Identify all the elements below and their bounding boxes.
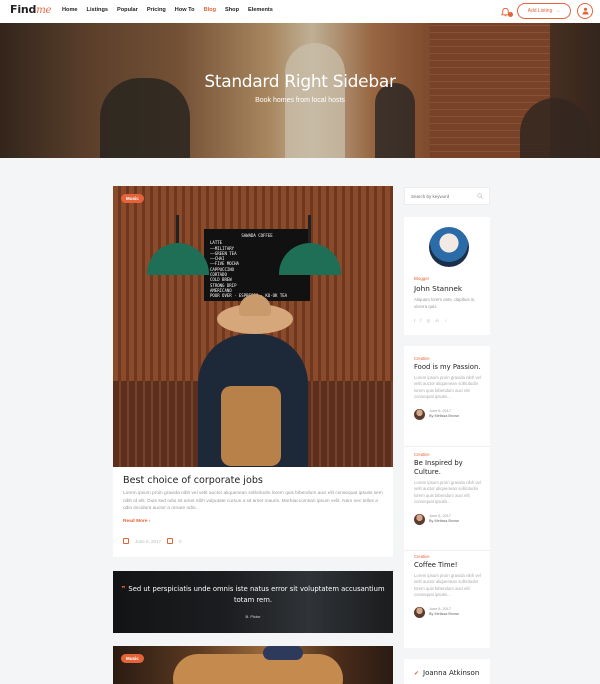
hat: [217, 294, 293, 334]
logo-text: Find: [10, 3, 37, 16]
quote-text-wrap: ❞ Sed ut perspiciatis unde omnis iste nat…: [113, 584, 393, 606]
recent-posts-widget: Creative Food is my Passion. Lorem ipsum…: [404, 346, 490, 648]
recent-post-item[interactable]: Creative Be Inspired by Culture. Lorem i…: [414, 452, 486, 525]
recent-post-author: June 6, 2017 By Melissa Brown: [414, 513, 486, 525]
page-title: Standard Right Sidebar: [204, 72, 396, 92]
menu-item-pricing[interactable]: Pricing: [147, 7, 166, 13]
notification-dot: [508, 12, 513, 17]
blog-post-card: SAWADA COFFEE LATTE ——MILITARY ——GREEN T…: [113, 186, 393, 557]
recent-post-item[interactable]: Creative Food is my Passion. Lorem ipsum…: [414, 356, 486, 420]
divider: [404, 446, 490, 447]
post-title[interactable]: Best choice of corporate jobs: [123, 475, 263, 486]
menu-item-blog[interactable]: Blog: [204, 7, 216, 13]
logo[interactable]: Findme: [10, 3, 51, 16]
twitter-bird-icon: ✔: [414, 669, 420, 677]
author-widget: Blogger John Stannek Aliquam lorem ante,…: [404, 217, 490, 335]
search-icon[interactable]: [477, 193, 483, 199]
add-listing-button[interactable]: Add Listing →: [517, 3, 571, 19]
recent-post-category[interactable]: Creative: [414, 554, 486, 559]
author-name[interactable]: John Stannek: [414, 284, 462, 293]
author-bio: Aliquam lorem ante, dapibus in, viverra …: [414, 297, 476, 309]
menu-item-home[interactable]: Home: [62, 7, 78, 13]
divider: [404, 550, 490, 551]
add-listing-label: Add Listing: [527, 8, 553, 14]
menu-item-shop[interactable]: Shop: [225, 7, 239, 13]
calendar-icon: [123, 538, 129, 544]
top-navbar: Findme Home Listings Popular Pricing How…: [0, 0, 600, 23]
backpack: [221, 386, 281, 466]
author-avatar[interactable]: [429, 227, 469, 267]
recent-post-title[interactable]: Be Inspired by Culture.: [414, 459, 486, 477]
hero-banner: Standard Right Sidebar Book homes from l…: [0, 23, 600, 158]
pinterest-icon[interactable]: ♀: [444, 318, 447, 324]
blog-post-card[interactable]: Music: [113, 646, 393, 684]
page-subtitle: Book homes from local hosts: [255, 97, 345, 104]
user-icon: [582, 7, 588, 15]
recent-post-category[interactable]: Creative: [414, 356, 486, 361]
category-badge[interactable]: Music: [121, 194, 144, 203]
post-image-berries: [263, 646, 303, 660]
main-menu: Home Listings Popular Pricing How To Blo…: [62, 7, 282, 13]
logo-accent: me: [36, 5, 52, 16]
facebook-icon[interactable]: f: [420, 318, 421, 324]
recent-post-author: June 6, 2017 By Melissa Brown: [414, 408, 486, 420]
twitter-widget: ✔ Joanna Atkinson: [404, 659, 490, 684]
recent-post-author-name: By Melissa Brown: [429, 519, 460, 524]
comment-icon: [167, 538, 174, 544]
recent-post-category[interactable]: Creative: [414, 452, 486, 457]
quote-author: B. Pictor: [245, 614, 261, 619]
sidebar-search: [404, 187, 490, 205]
menu-item-how-to[interactable]: How To: [175, 7, 195, 13]
read-more-label: Read More: [123, 519, 148, 524]
quote-post-card[interactable]: ❞ Sed ut perspiciatis unde omnis iste nat…: [113, 571, 393, 633]
author-avatar: [414, 408, 425, 420]
recent-post-author-name: By Melissa Brown: [429, 414, 460, 419]
twitter-name: Joanna Atkinson: [423, 669, 480, 677]
menu-board-title: SAWADA COFFEE: [241, 233, 273, 238]
search-input[interactable]: [411, 193, 471, 199]
post-excerpt: Lorem ipsum proin gravida nibh vel velit…: [123, 491, 383, 511]
read-more-link[interactable]: Read More ›: [123, 519, 150, 524]
user-account-button[interactable]: [577, 3, 593, 19]
instagram-icon[interactable]: ◎: [427, 318, 431, 324]
recent-post-excerpt: Lorem ipsum proin gravida nibh vel velit…: [414, 480, 481, 505]
author-avatar: [414, 606, 425, 618]
recent-post-item[interactable]: Creative Coffee Time! Lorem ipsum proin …: [414, 554, 486, 618]
recent-post-title[interactable]: Coffee Time!: [414, 561, 486, 570]
post-image-pastry: [173, 654, 343, 684]
author-avatar: [414, 513, 425, 525]
recent-post-excerpt: Lorem ipsum proin gravida nibh vel velit…: [414, 375, 481, 400]
post-meta: June 6, 2017 0: [123, 538, 182, 544]
menu-item-listings[interactable]: Listings: [87, 7, 108, 13]
post-date: June 6, 2017: [135, 538, 162, 544]
chevron-right-icon: ›: [148, 519, 151, 524]
recent-post-title[interactable]: Food is my Passion.: [414, 363, 486, 372]
comment-count[interactable]: 0: [179, 539, 182, 544]
recent-post-author: June 6, 2017 By Melissa Brown: [414, 606, 486, 618]
menu-item-elements[interactable]: Elements: [248, 7, 273, 13]
author-role: Blogger: [414, 276, 430, 281]
twitter-feed-header[interactable]: ✔ Joanna Atkinson: [414, 669, 479, 677]
social-links: t f ◎ in ♀: [414, 318, 447, 324]
category-badge[interactable]: Music: [121, 654, 144, 663]
twitter-icon[interactable]: t: [414, 318, 415, 324]
menu-item-popular[interactable]: Popular: [117, 7, 138, 13]
recent-post-excerpt: Lorem ipsum proin gravida nibh vel velit…: [414, 573, 481, 598]
linkedin-icon[interactable]: in: [435, 318, 439, 324]
post-image[interactable]: SAWADA COFFEE LATTE ——MILITARY ——GREEN T…: [113, 186, 393, 467]
quote-text: Sed ut perspiciatis unde omnis iste natu…: [128, 585, 385, 604]
recent-post-author-name: By Melissa Brown: [429, 612, 460, 617]
quote-mark-icon: ❞: [121, 585, 126, 593]
arrow-right-icon: →: [555, 8, 561, 14]
notification-bell-icon[interactable]: [500, 5, 513, 17]
